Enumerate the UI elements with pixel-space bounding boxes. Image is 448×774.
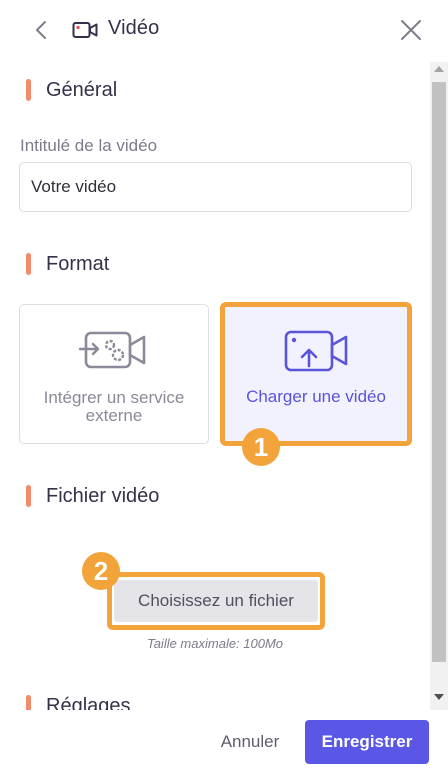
video-title-input[interactable] bbox=[19, 162, 412, 212]
cancel-button[interactable]: Annuler bbox=[208, 722, 292, 762]
section-marker bbox=[26, 695, 31, 710]
video-settings-icon bbox=[78, 331, 146, 369]
save-button[interactable]: Enregistrer bbox=[305, 720, 429, 764]
section-general-title: Général bbox=[26, 76, 117, 104]
scrollbar[interactable] bbox=[430, 62, 448, 710]
scrollbar-thumb[interactable] bbox=[432, 82, 446, 662]
section-format-label: Format bbox=[46, 252, 110, 275]
section-marker bbox=[26, 253, 31, 275]
section-marker bbox=[26, 79, 31, 101]
section-file-title: Fichier vidéo bbox=[26, 482, 159, 510]
step-badge-2: 2 bbox=[82, 552, 120, 590]
format-option-upload-label: Charger une vidéo bbox=[246, 387, 386, 406]
chevron-left-icon bbox=[36, 21, 46, 39]
section-general-label: Général bbox=[46, 78, 118, 101]
section-format-title: Format bbox=[26, 250, 109, 278]
section-settings-label: Réglages bbox=[46, 694, 131, 711]
choose-file-button[interactable]: Choisissez un fichier bbox=[114, 580, 318, 622]
step-badge-1: 1 bbox=[242, 428, 280, 466]
close-icon bbox=[401, 20, 421, 40]
back-button[interactable] bbox=[30, 18, 54, 42]
format-option-upload[interactable]: Charger une vidéo bbox=[224, 306, 408, 442]
scroll-down-arrow-icon[interactable] bbox=[434, 694, 444, 700]
section-file-label: Fichier vidéo bbox=[46, 484, 160, 507]
scroll-up-arrow-icon[interactable] bbox=[434, 66, 444, 72]
video-title-label: Intitulé de la vidéo bbox=[20, 136, 158, 155]
page-title: Vidéo bbox=[108, 17, 160, 39]
panel-content: Général Intitulé de la vidéo Format Inté… bbox=[0, 62, 430, 710]
video-upload-icon bbox=[284, 330, 348, 372]
format-option-external[interactable]: Intégrer un service externe bbox=[19, 304, 209, 444]
format-option-external-label: Intégrer un service externe bbox=[43, 388, 185, 425]
panel-footer: Annuler Enregistrer bbox=[0, 710, 448, 774]
close-button[interactable] bbox=[398, 17, 424, 43]
section-marker bbox=[26, 485, 31, 507]
max-size-hint: Taille maximale: 100Mo bbox=[146, 636, 284, 651]
section-settings-title: Réglages bbox=[26, 692, 131, 710]
video-camera-icon bbox=[72, 20, 98, 40]
panel-header: Vidéo bbox=[0, 0, 448, 62]
